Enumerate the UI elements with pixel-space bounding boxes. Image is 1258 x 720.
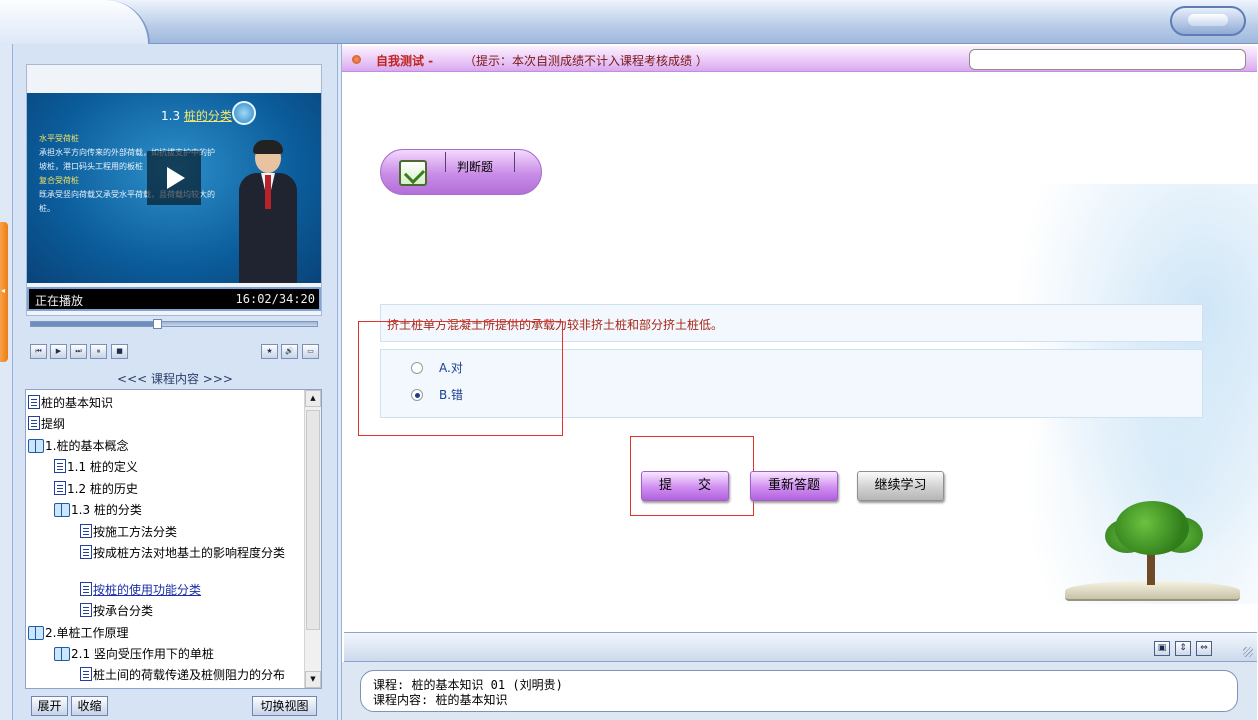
document-icon: [80, 545, 92, 559]
expand-button[interactable]: 展开: [31, 696, 68, 716]
play-button[interactable]: ▶: [50, 344, 67, 359]
collapse-side-tab[interactable]: ◂: [0, 222, 8, 362]
course-tree: 桩的基本知识 提纲 1.桩的基本概念 1.1 桩的定义 1.2 桩的历史 1.3…: [25, 389, 322, 689]
tree-item[interactable]: 桩土间的荷载传递及桩侧阻力的分布: [80, 667, 302, 683]
favorite-button[interactable]: ★: [261, 344, 278, 359]
playback-status: 正在播放: [35, 294, 84, 308]
slide-title: 1.3 桩的分类: [161, 109, 232, 123]
book-icon: [54, 503, 70, 517]
pause-button[interactable]: ⏸: [90, 344, 107, 359]
skip-back-button[interactable]: ⏮: [30, 344, 47, 359]
document-icon: [80, 603, 92, 617]
document-icon: [28, 395, 40, 409]
self-test-header: 自我测试 - （提示：本次自测成绩不计入课程考核成绩 ）: [342, 46, 1257, 72]
slide-line: 复合受荷桩: [39, 176, 79, 185]
tree-scrollbar[interactable]: ▲ ▼: [304, 390, 321, 688]
seek-bar-handle[interactable]: [152, 319, 162, 329]
playback-time: 16:02/34:20: [235, 292, 315, 306]
self-test-title: 自我测试 -: [376, 54, 434, 68]
document-icon: [54, 459, 66, 473]
status-bar: 课程: 桩的基本知识 01 (刘明贵) 课程内容: 桩的基本知识: [342, 662, 1257, 720]
tree-item[interactable]: 按承台分类: [80, 603, 153, 619]
question-type-badge: 判断题: [380, 149, 542, 195]
play-overlay-button[interactable]: [147, 151, 201, 205]
document-icon: [54, 481, 66, 495]
course-info-box: 课程: 桩的基本知识 01 (刘明贵) 课程内容: 桩的基本知识: [360, 670, 1238, 712]
arrow-icon: ◂: [1, 286, 6, 295]
tree-item[interactable]: 2.1 竖向受压作用下的单桩: [54, 646, 214, 662]
horizontal-resize-icon[interactable]: ⇔: [1196, 641, 1212, 656]
book-icon: [28, 626, 44, 640]
tree-item-selected[interactable]: 按桩的使用功能分类: [80, 582, 201, 598]
top-banner: [0, 0, 1258, 44]
fullscreen-button[interactable]: ▭: [302, 344, 319, 359]
slide-line: 桩。: [39, 204, 55, 213]
bottom-toolbar: ▣ ⇕ ⇔: [344, 632, 1257, 662]
document-icon: [80, 582, 92, 596]
submit-button[interactable]: 提 交: [641, 471, 729, 501]
video-status-bar: 正在播放 16:02/34:20: [27, 287, 321, 311]
header-search-box[interactable]: [969, 49, 1246, 70]
slide-line: 水平受荷桩: [39, 134, 79, 143]
tree-item[interactable]: 按成桩方法对地基土的影响程度分类: [80, 545, 302, 561]
slide-logo-icon: [232, 101, 256, 125]
scroll-thumb[interactable]: [306, 410, 320, 630]
tree-item[interactable]: 1.1 桩的定义: [54, 459, 138, 475]
window-icon[interactable]: ▣: [1154, 641, 1170, 656]
scroll-down-icon[interactable]: ▼: [305, 671, 321, 688]
tree-item[interactable]: 按施工方法分类: [80, 524, 177, 540]
seek-bar[interactable]: [30, 319, 318, 329]
question-type-label: 判断题: [457, 160, 494, 174]
bullet-icon: [352, 55, 361, 64]
volume-button[interactable]: 🔊: [281, 344, 298, 359]
tree-item[interactable]: 1.2 桩的历史: [54, 481, 138, 497]
right-panel: 自我测试 - （提示：本次自测成绩不计入课程考核成绩 ） 判断题 挤土桩单方混凝…: [341, 44, 1258, 720]
collapse-button[interactable]: 收缩: [71, 696, 108, 716]
course-content-header: <<< 课程内容 >>>: [117, 372, 233, 386]
content-line: 课程内容: 桩的基本知识: [373, 693, 508, 707]
skip-forward-button[interactable]: ⏭: [70, 344, 87, 359]
stop-button[interactable]: ■: [111, 344, 128, 359]
tree-item[interactable]: 桩的基本知识: [28, 395, 113, 411]
highlight-rect: [358, 321, 563, 436]
banner-tab: [0, 0, 150, 44]
scroll-up-icon[interactable]: ▲: [305, 390, 321, 407]
resize-grip-icon[interactable]: [1243, 647, 1253, 657]
left-panel: 1.3 桩的分类 水平受荷桩 承担水平方向传来的外部荷载，如抗拔支护中的护 坡桩…: [12, 44, 338, 720]
lecturer-figure: [233, 140, 303, 283]
window-control-pill[interactable]: [1170, 6, 1246, 36]
book-icon: [28, 439, 44, 453]
switch-view-button[interactable]: 切换视图: [252, 696, 317, 716]
video-player: 1.3 桩的分类 水平受荷桩 承担水平方向传来的外部荷载，如抗拔支护中的护 坡桩…: [26, 64, 322, 316]
slide-line: 坡桩，港口码头工程用的板桩: [39, 162, 143, 171]
checklist-icon: [399, 160, 427, 186]
seek-bar-fill: [31, 322, 157, 326]
tree-item[interactable]: 2.单桩工作原理: [28, 625, 128, 641]
tree-item[interactable]: 1.桩的基本概念: [28, 438, 128, 454]
video-screen[interactable]: 1.3 桩的分类 水平受荷桩 承担水平方向传来的外部荷载，如抗拔支护中的护 坡桩…: [27, 93, 321, 283]
tree-book-illustration: [1047, 499, 1257, 609]
document-icon: [80, 524, 92, 538]
book-icon: [54, 647, 70, 661]
tree-item[interactable]: 提纲: [28, 416, 65, 432]
continue-button[interactable]: 继续学习: [857, 471, 944, 501]
tree-item[interactable]: 1.3 桩的分类: [54, 502, 142, 518]
vertical-resize-icon[interactable]: ⇕: [1175, 641, 1191, 656]
self-test-hint: （提示：本次自测成绩不计入课程考核成绩 ）: [464, 54, 708, 68]
document-icon: [80, 667, 92, 681]
document-icon: [28, 416, 40, 430]
retry-button[interactable]: 重新答题: [750, 471, 838, 501]
